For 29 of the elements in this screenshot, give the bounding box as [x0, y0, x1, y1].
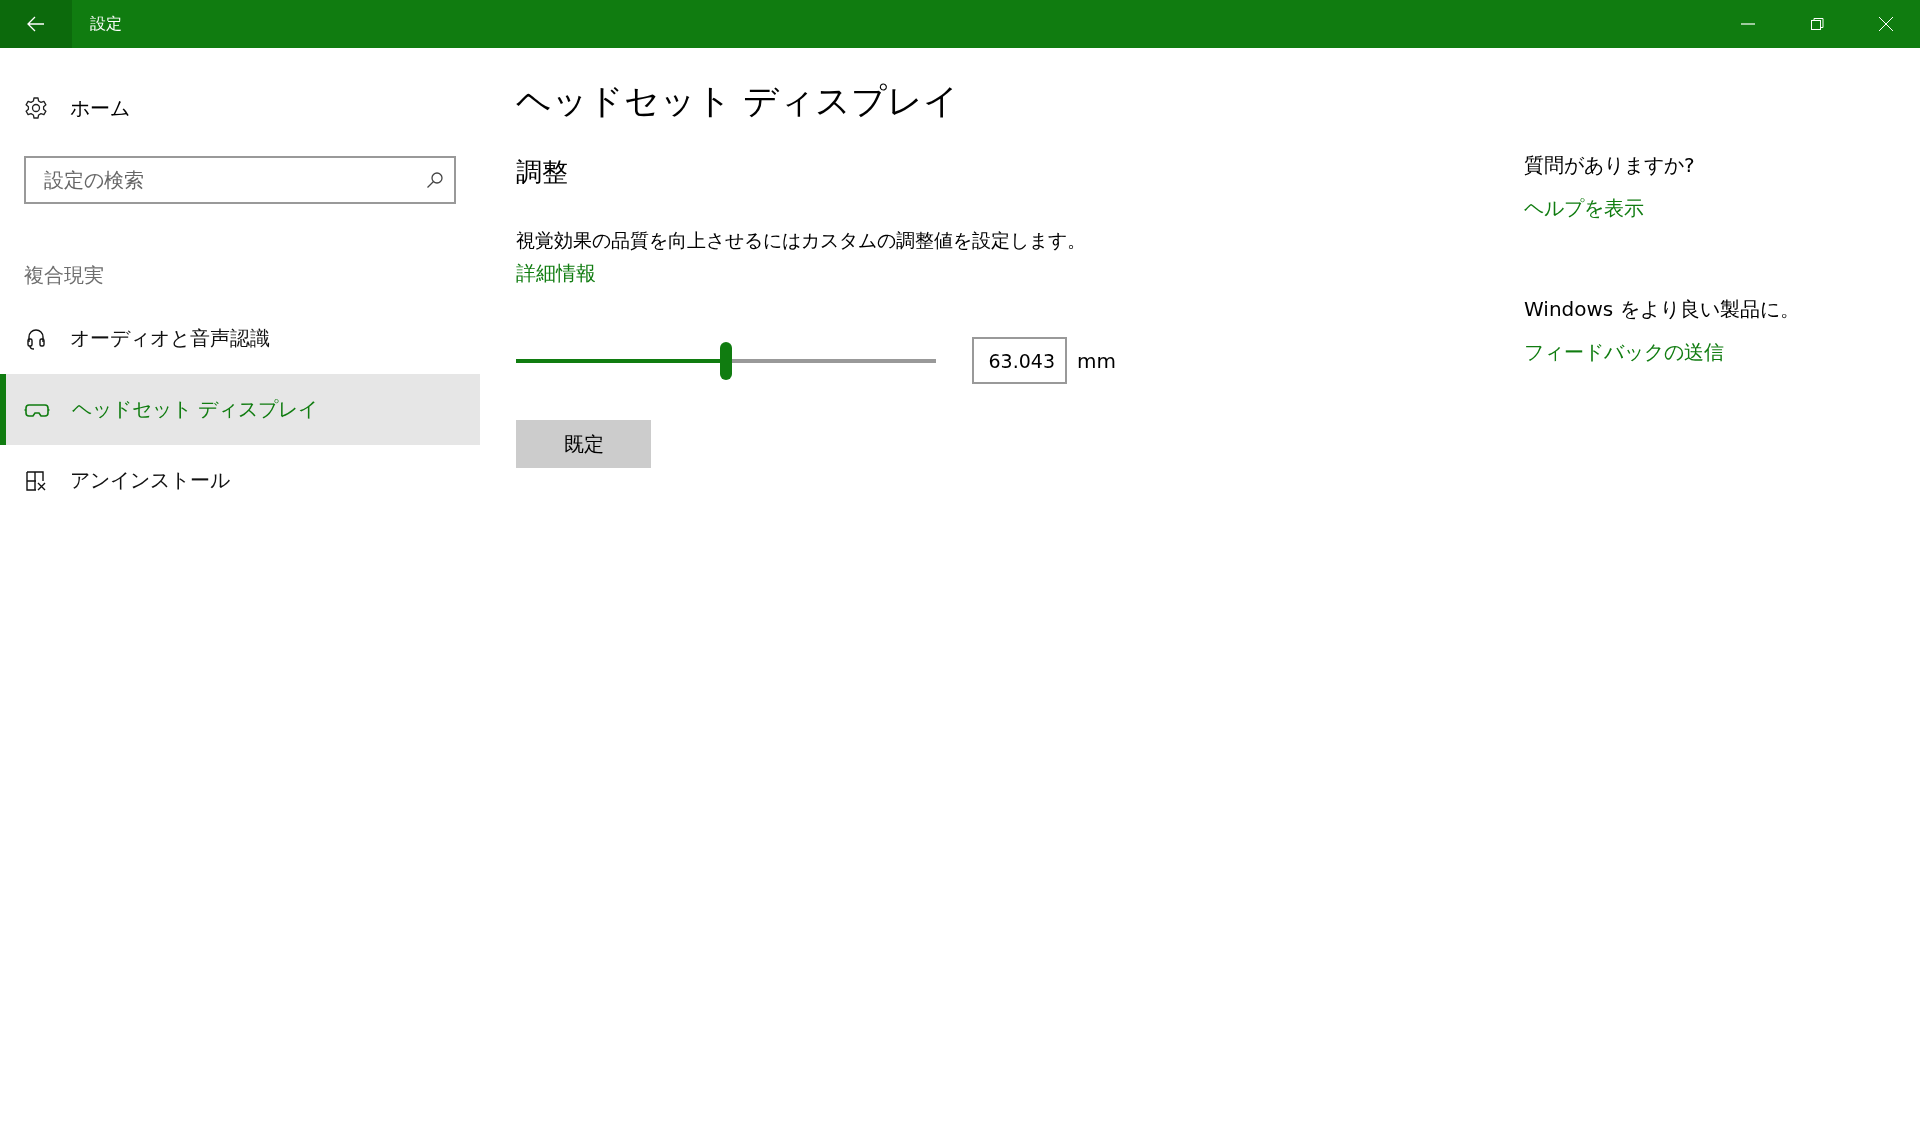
aside-link[interactable]: フィードバックの送信	[1524, 339, 1724, 366]
grid-icon	[24, 468, 48, 493]
back-button[interactable]	[0, 0, 72, 48]
close-icon	[1877, 16, 1894, 32]
sidebar-item[interactable]: オーディオと音声認識	[0, 303, 480, 374]
headphones-icon	[24, 326, 48, 351]
aside-heading: Windows をより良い製品に。	[1524, 296, 1800, 323]
description: 視覚効果の品質を向上させるにはカスタムの調整値を設定します。	[516, 228, 1086, 253]
value-field[interactable]: 63.043	[972, 337, 1067, 384]
section-heading: 複合現実	[24, 262, 104, 289]
section-title: 調整	[516, 156, 568, 189]
slider[interactable]	[516, 341, 936, 380]
more-info-link[interactable]: 詳細情報	[516, 260, 596, 287]
page-title: ヘッドセット ディスプレイ	[516, 80, 960, 123]
aside-heading: 質問がありますか?	[1524, 152, 1695, 179]
unit-label: mm	[1077, 348, 1116, 373]
search-icon	[426, 171, 444, 189]
sidebar-item[interactable]: ヘッドセット ディスプレイ	[0, 374, 480, 445]
aside-link[interactable]: ヘルプを表示	[1524, 195, 1644, 222]
settings-icon	[24, 96, 48, 120]
restore-icon	[1808, 16, 1825, 32]
home-link[interactable]: ホーム	[24, 91, 130, 125]
sidebar-item[interactable]: アンインストール	[0, 445, 480, 516]
minimize-icon	[1739, 23, 1756, 25]
default-button[interactable]: 既定	[516, 420, 651, 468]
back-arrow-icon	[27, 16, 45, 32]
window-title: 設定	[90, 13, 122, 35]
search-field[interactable]: 設定の検索	[24, 156, 456, 204]
slider-thumb[interactable]	[720, 341, 732, 380]
